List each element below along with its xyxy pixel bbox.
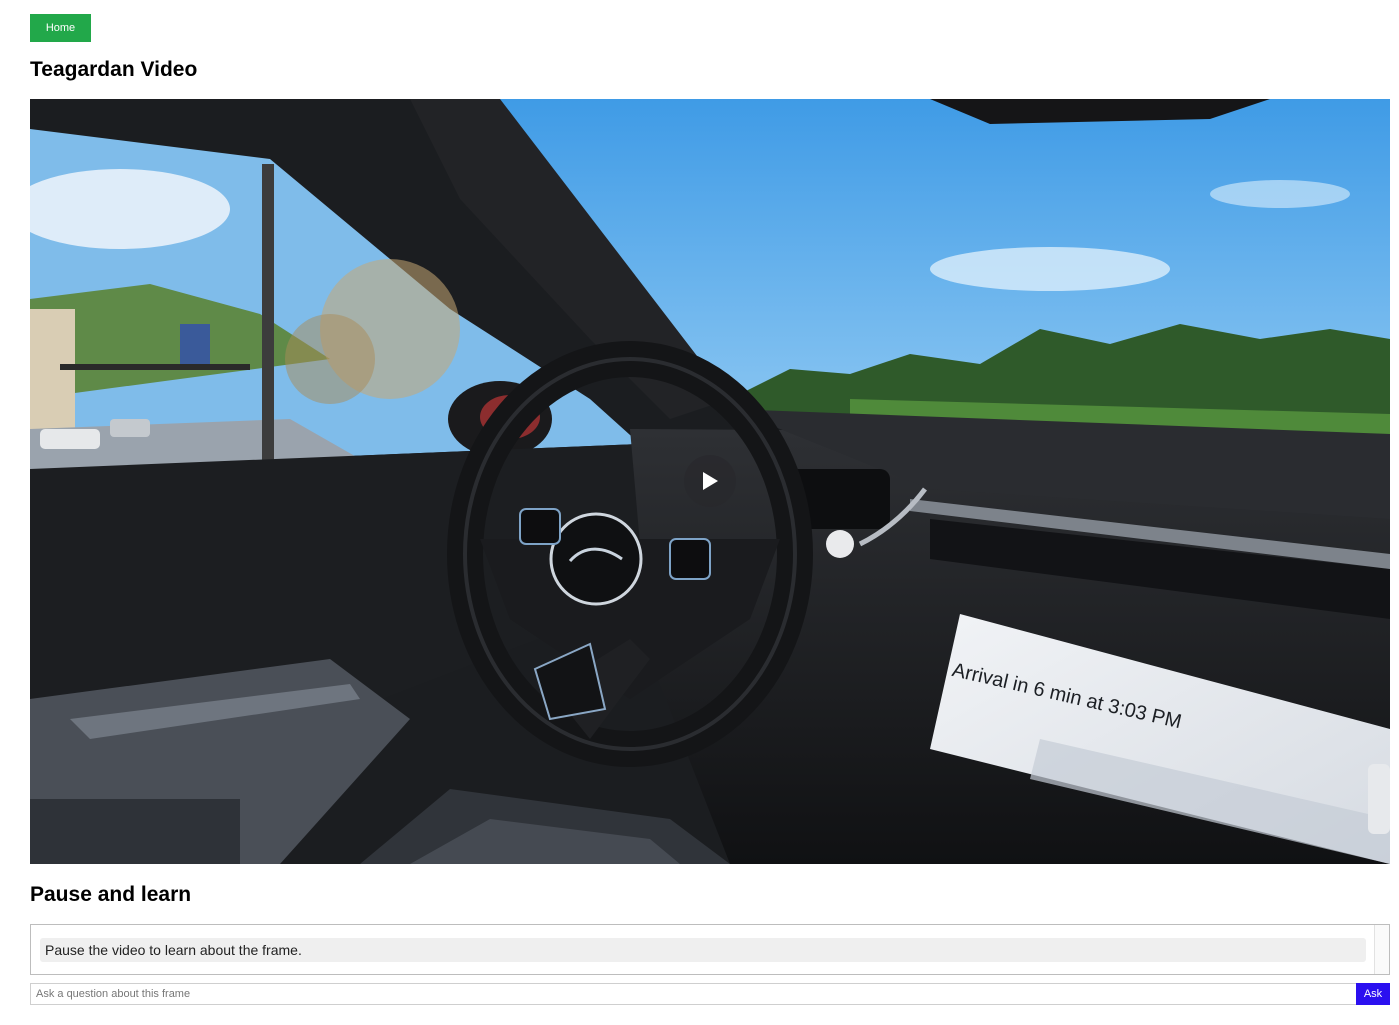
home-button[interactable]: Home (30, 14, 91, 42)
info-message: Pause the video to learn about the frame… (40, 938, 1366, 962)
ask-button[interactable]: Ask (1356, 983, 1390, 1005)
question-input[interactable] (30, 983, 1356, 1005)
video-player[interactable]: Arrival in 6 min at 3:03 PM (30, 99, 1390, 864)
play-button[interactable] (684, 455, 736, 507)
play-icon (703, 472, 718, 490)
frame-info-panel[interactable]: Pause the video to learn about the frame… (30, 924, 1390, 975)
section-title: Pause and learn (30, 883, 192, 906)
scrollbar[interactable] (1374, 925, 1389, 974)
page-title: Teagardan Video (30, 58, 198, 81)
